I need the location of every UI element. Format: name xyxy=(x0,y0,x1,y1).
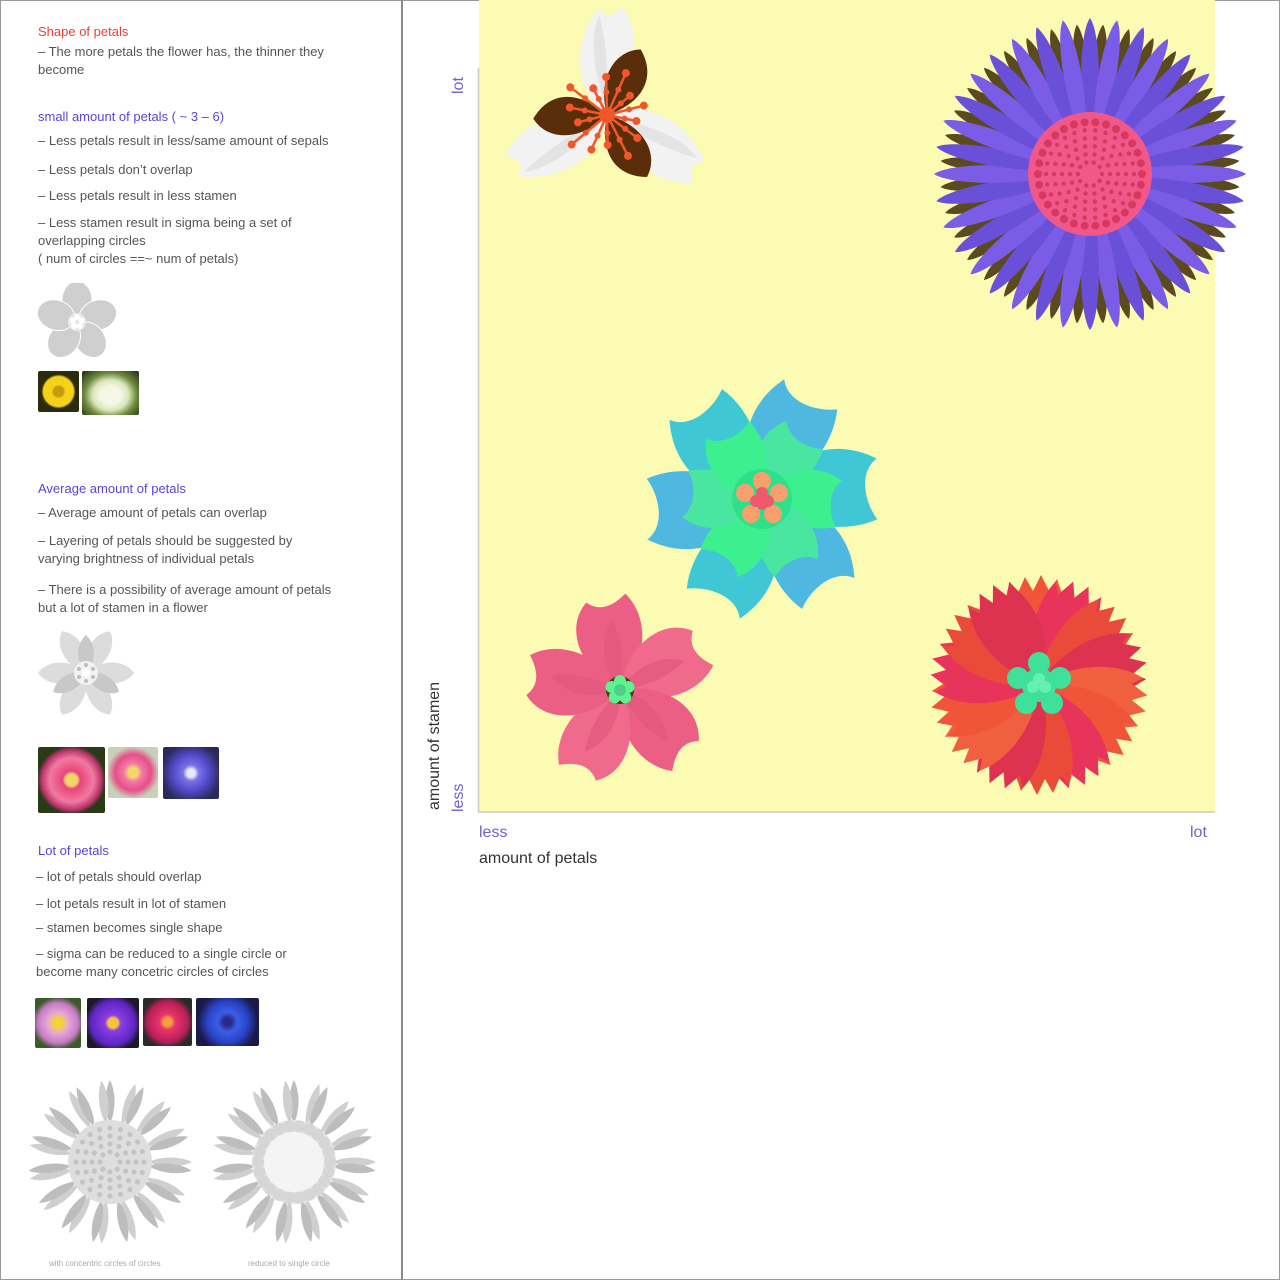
zinnia-photo xyxy=(143,998,192,1046)
petal-stamen-chart: less lot amount of petals lot less amoun… xyxy=(403,0,1280,1280)
caption-single: reduced to single circle xyxy=(248,1259,330,1268)
lot-note-4: – sigma can be reduced to a single circl… xyxy=(36,946,287,979)
white-lily-photo xyxy=(82,371,139,415)
purple-aster-photo xyxy=(87,998,139,1048)
daisy-single-circle-icon xyxy=(212,1080,376,1244)
lot-note-3: – stamen becomes single shape xyxy=(36,920,223,935)
small-heading: small amount of petals ( ~ 3 – 6) xyxy=(38,109,225,124)
average-note-1: – Average amount of petals can overlap xyxy=(38,505,267,520)
sample-five-petal-icon xyxy=(37,283,117,359)
y-axis-title: amount of stamen xyxy=(426,681,443,810)
small-note-2: – Less petals don’t overlap xyxy=(38,162,193,177)
pink-tulip-photo xyxy=(38,747,105,813)
average-heading: Average amount of petals xyxy=(38,481,186,496)
daisy-concentric-icon xyxy=(28,1080,192,1244)
pink-peony-photo xyxy=(108,747,158,798)
y-axis-less-label: less xyxy=(450,783,467,812)
cornflower-photo xyxy=(196,998,259,1046)
x-axis-title: amount of petals xyxy=(479,850,598,867)
lot-note-2: – lot petals result in lot of stamen xyxy=(36,896,227,911)
average-note-3: – There is a possibility of average amou… xyxy=(38,582,332,615)
shape-note: – The more petals the flower has, the th… xyxy=(38,44,324,77)
lot-note-1: – lot of petals should overlap xyxy=(36,869,202,884)
caption-concentric: with concentric circles of circles xyxy=(49,1259,161,1268)
average-note-2: – Layering of petals should be suggested… xyxy=(38,533,293,566)
buttercup-photo xyxy=(38,371,79,412)
notes-sidebar: Shape of petals – The more petals the fl… xyxy=(1,1,401,1278)
y-axis-lot-label: lot xyxy=(450,77,467,94)
small-note-1: – Less petals result in less/same amount… xyxy=(38,133,329,148)
x-axis-lot-label: lot xyxy=(1190,824,1207,841)
small-note-5: ( num of circles ==~ num of petals) xyxy=(38,251,239,266)
x-axis-less-label: less xyxy=(479,824,508,841)
blue-anemone-photo xyxy=(163,747,219,799)
lot-heading: Lot of petals xyxy=(38,843,109,858)
chart-canvas xyxy=(477,0,1246,813)
shape-heading: Shape of petals xyxy=(38,24,129,39)
sample-six-petal-icon xyxy=(38,631,134,715)
small-note-4: – Less stamen result in sigma being a se… xyxy=(38,215,292,248)
water-lily-photo xyxy=(35,998,81,1048)
small-note-3: – Less petals result in less stamen xyxy=(38,188,237,203)
